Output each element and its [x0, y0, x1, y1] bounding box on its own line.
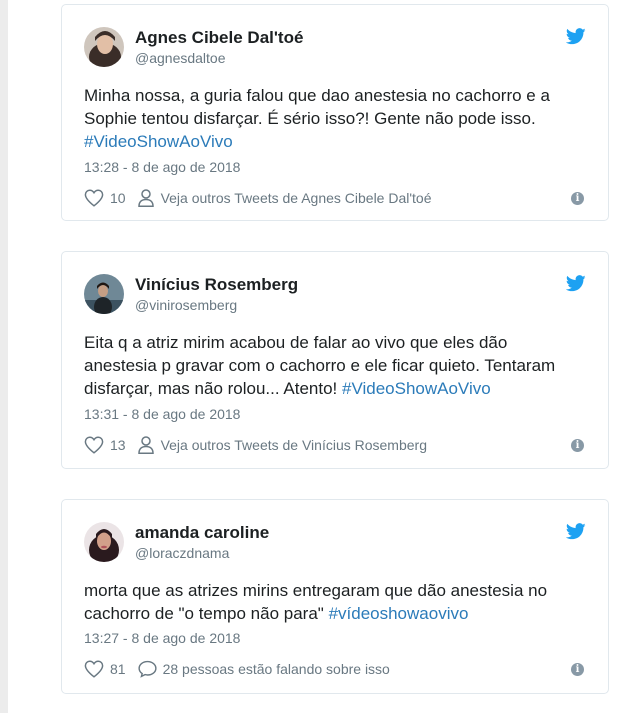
tweet-actions: 13 Veja outros Tweets de Vinícius Rosemb… — [84, 435, 427, 455]
author-name[interactable]: amanda caroline — [135, 523, 269, 543]
speech-bubble-icon — [138, 660, 157, 678]
tweet-actions: 10 Veja outros Tweets de Agnes Cibele Da… — [84, 188, 432, 208]
author-name[interactable]: Agnes Cibele Dal'toé — [135, 28, 303, 48]
person-icon — [137, 436, 154, 454]
tweet-timestamp[interactable]: 13:27 - 8 de ago de 2018 — [84, 630, 240, 646]
avatar[interactable] — [84, 274, 124, 314]
tweet-text-line: Minha nossa, a guria falou que dao anest… — [84, 86, 550, 105]
twitter-bird-icon[interactable] — [566, 28, 586, 45]
tweet-text-line: anestesia p gravar com o cachorro e ele … — [84, 356, 556, 375]
author-handle[interactable]: @vinirosemberg — [135, 297, 237, 313]
hashtag-link[interactable]: #VideoShowAoVivo — [342, 379, 491, 398]
tweet-timestamp[interactable]: 13:31 - 8 de ago de 2018 — [84, 406, 240, 422]
tweet-timestamp[interactable]: 13:28 - 8 de ago de 2018 — [84, 159, 240, 175]
tweet-text-prefix: cachorro de "o tempo não para" — [84, 604, 329, 623]
info-icon[interactable]: i — [571, 663, 584, 676]
author-name[interactable]: Vinícius Rosemberg — [135, 275, 298, 295]
tweet-text-prefix: disfarçar, mas não rolou... Atento! — [84, 379, 342, 398]
tweet-text: morta que as atrizes mirins entregaram q… — [84, 579, 584, 625]
more-tweets-link[interactable]: Veja outros Tweets de Vinícius Rosemberg — [161, 437, 427, 453]
scrollbar[interactable] — [0, 0, 8, 713]
info-icon[interactable]: i — [571, 192, 584, 205]
hashtag-link[interactable]: #VideoShowAoVivo — [84, 132, 233, 151]
person-icon — [137, 189, 154, 207]
like-count[interactable]: 13 — [110, 437, 126, 453]
more-tweets-link[interactable]: Veja outros Tweets de Agnes Cibele Dal't… — [161, 190, 432, 206]
tweet-card[interactable]: Agnes Cibele Dal'toé @agnesdaltoe Minha … — [61, 4, 609, 221]
like-count[interactable]: 10 — [110, 190, 126, 206]
author-handle[interactable]: @agnesdaltoe — [135, 50, 226, 66]
tweet-text-line: Sophie tentou disfarçar. É sério isso?! … — [84, 109, 536, 128]
conversation-link[interactable]: 28 pessoas estão falando sobre isso — [163, 661, 390, 677]
tweet-card[interactable]: amanda caroline @loraczdnama morta que a… — [61, 499, 609, 694]
hashtag-link[interactable]: #vídeoshowaovivo — [329, 604, 469, 623]
avatar[interactable] — [84, 27, 124, 67]
tweet-text-line: morta que as atrizes mirins entregaram q… — [84, 581, 548, 600]
avatar[interactable] — [84, 522, 124, 562]
tweet-text-line: Eita q a atriz mirim acabou de falar ao … — [84, 333, 508, 352]
tweet-card[interactable]: Vinícius Rosemberg @vinirosemberg Eita q… — [61, 251, 609, 469]
tweet-actions: 81 28 pessoas estão falando sobre isso — [84, 659, 390, 679]
twitter-bird-icon[interactable] — [566, 275, 586, 292]
twitter-bird-icon[interactable] — [566, 523, 586, 540]
info-icon[interactable]: i — [571, 439, 584, 452]
heart-icon[interactable] — [84, 189, 104, 207]
tweet-text: Eita q a atriz mirim acabou de falar ao … — [84, 331, 584, 400]
author-handle[interactable]: @loraczdnama — [135, 545, 229, 561]
like-count[interactable]: 81 — [110, 661, 126, 677]
heart-icon[interactable] — [84, 436, 104, 454]
tweet-text: Minha nossa, a guria falou que dao anest… — [84, 84, 584, 153]
heart-icon[interactable] — [84, 660, 104, 678]
